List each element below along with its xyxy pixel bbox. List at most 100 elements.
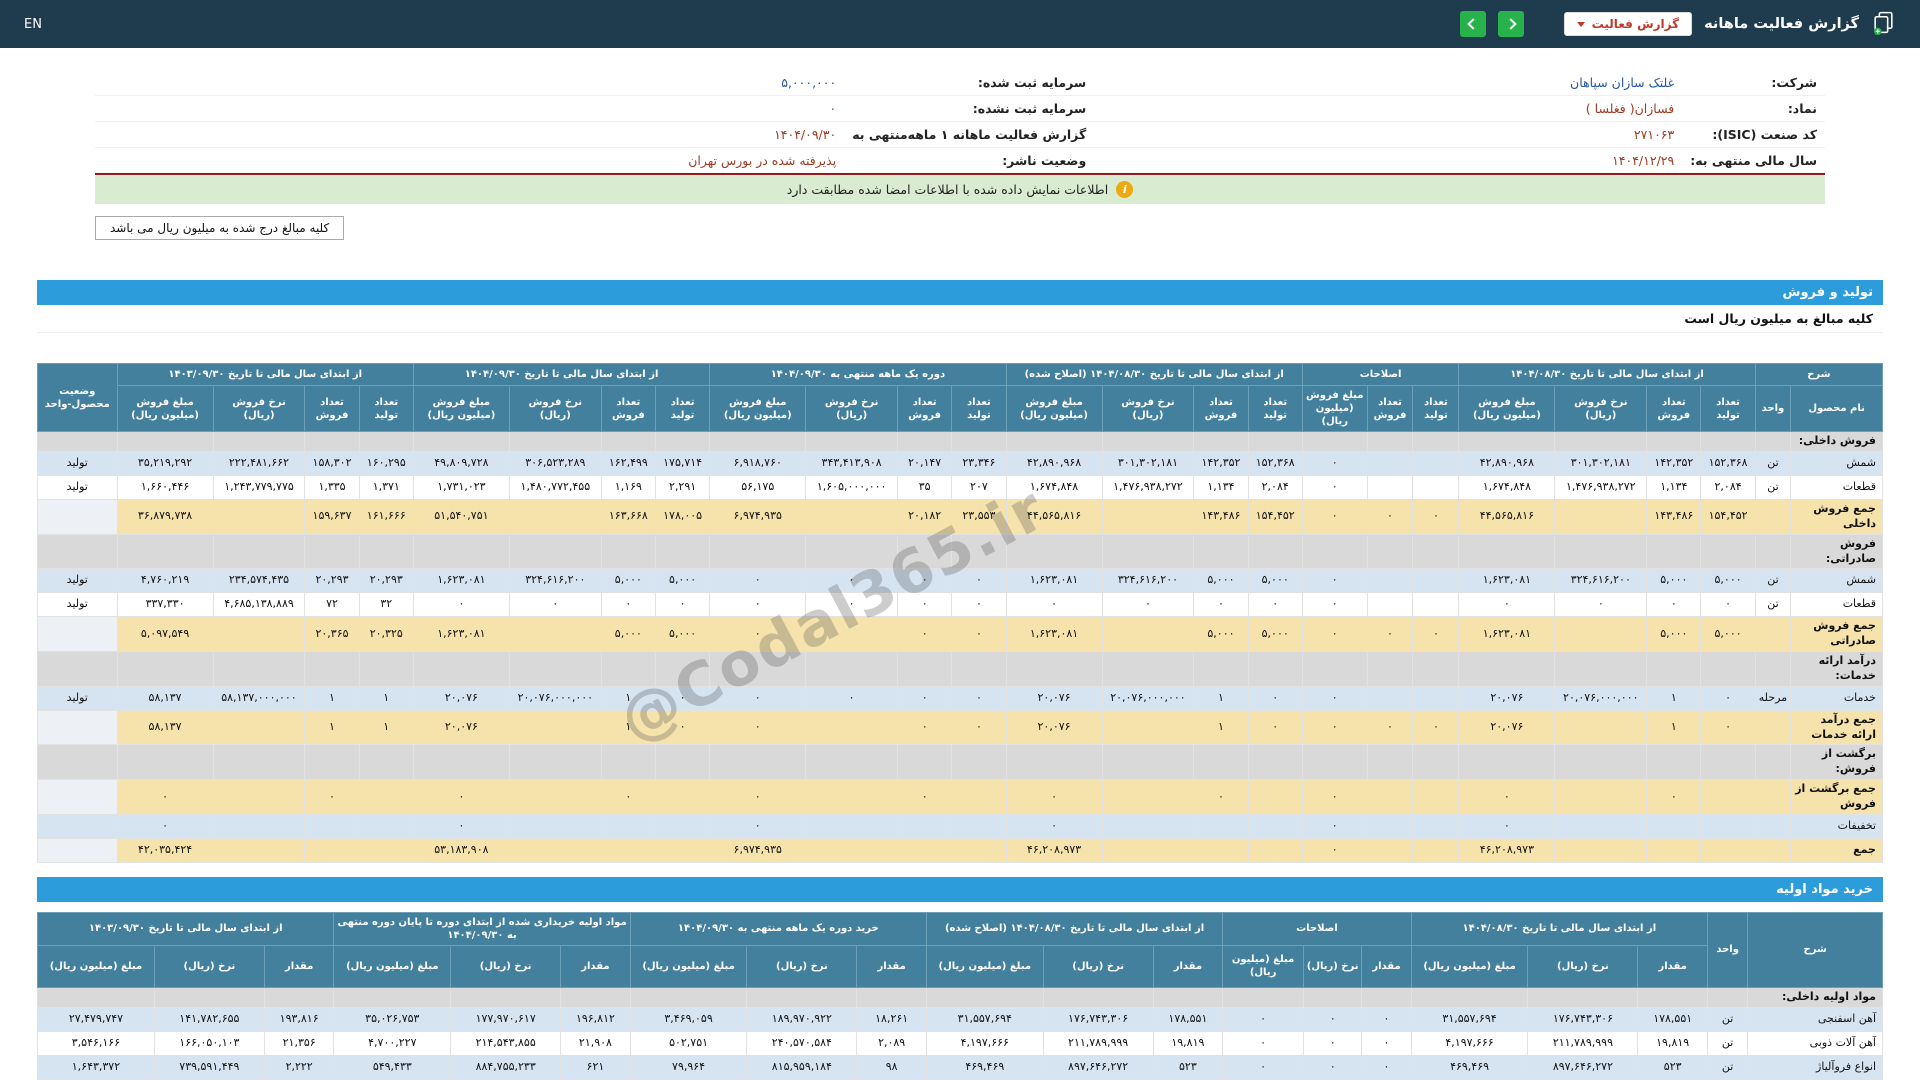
table-row: قطعاتتن۲,۰۸۴۱,۱۳۴۱,۴۷۶,۹۳۸,۲۷۲۱,۶۷۴,۸۴۸۰… (38, 476, 1883, 500)
language-toggle[interactable]: EN (24, 17, 42, 32)
nav-forward-button[interactable] (1498, 11, 1524, 37)
value-cell (1555, 780, 1647, 815)
value-cell: ۸۹۷,۶۴۶,۲۷۲ (1528, 1055, 1638, 1079)
column-header: مقدار (857, 945, 927, 987)
column-header: نرخ (ریال) (747, 945, 857, 987)
company-info-section: شرکت:غلتک سازان سپاهانسرمایه ثبت شده:۵,۰… (95, 70, 1825, 240)
value-cell: ۱۹۳,۸۱۶ (264, 1007, 334, 1031)
value-cell (1413, 432, 1459, 452)
value-cell: ۲۰,۰۷۶,۰۰۰,۰۰۰ (1102, 686, 1194, 710)
value-cell (1367, 432, 1413, 452)
column-group-header: از ابتدای سال مالی تا تاریخ ۱۴۰۴/۰۹/۳۰ (413, 364, 709, 386)
value-cell: ۲,۰۸۹ (857, 1031, 927, 1055)
column-header: نرخ (ریال) (1043, 945, 1153, 987)
value-cell: ۱۷۸,۰۰۵ (655, 500, 709, 535)
column-header: نرخ (ریال) (451, 945, 561, 987)
units-note-box: کلیه مبالغ درج شده به میلیون ریال می باش… (95, 216, 344, 240)
column-header: تعداد فروش (601, 386, 655, 432)
value-cell (1413, 476, 1459, 500)
report-content: تولید و فروش کلیه مبالغ به میلیون ریال ا… (37, 280, 1883, 1080)
value-cell: ۴۹,۸۰۹,۷۲۸ (413, 452, 509, 476)
value-cell: ۰ (413, 814, 509, 838)
value-cell: ۰ (952, 569, 1006, 593)
value-cell (1248, 745, 1302, 780)
value-cell (806, 500, 898, 535)
value-cell (359, 780, 413, 815)
value-cell (1248, 780, 1302, 815)
value-cell: ۵,۰۰۰ (1701, 569, 1755, 593)
value-cell: ۰ (1302, 476, 1367, 500)
value-cell: ۰ (710, 569, 806, 593)
column-group-header: شرح (1755, 364, 1882, 386)
value-cell (1194, 432, 1248, 452)
value-cell: ۰ (1647, 780, 1701, 815)
column-header: تعداد فروش (1367, 386, 1413, 432)
unit-cell (1755, 652, 1790, 687)
value-cell (655, 814, 709, 838)
value-cell (1102, 745, 1194, 780)
value-cell: ۰ (1302, 814, 1367, 838)
value-cell: ۲۴۰,۵۷۰,۵۸۴ (747, 1031, 857, 1055)
value-cell: ۲۰,۰۷۶ (1459, 686, 1555, 710)
chevron-left-icon (1467, 18, 1478, 29)
unit-cell (1755, 500, 1790, 535)
column-header: مقدار (1638, 945, 1708, 987)
value-cell (1194, 534, 1248, 569)
value-cell (1194, 838, 1248, 862)
value-cell: ۲۰,۳۶۵ (305, 617, 359, 652)
column-group-header: از ابتدای سال مالی تا تاریخ ۱۴۰۴/۰۸/۳۰ (1459, 364, 1755, 386)
info-value: ۲۷۱۰۶۳ (1094, 122, 1682, 148)
value-cell: ۲۳۴,۵۷۴,۴۳۵ (213, 569, 305, 593)
info-value: ۱۴۰۴/۰۹/۳۰ (95, 122, 844, 148)
column-header: مبلغ (میلیون ریال) (926, 945, 1043, 987)
value-cell: ۵۲۳ (1638, 1055, 1708, 1079)
value-cell (1102, 710, 1194, 745)
value-cell (413, 745, 509, 780)
column-group-header: وضعیت محصول-واحد (38, 364, 118, 432)
value-cell: ۸۹۷,۶۴۶,۲۷۲ (1043, 1055, 1153, 1079)
column-header: نرخ فروش (ریال) (1102, 386, 1194, 432)
value-cell (1555, 534, 1647, 569)
raw-materials-table: شرحواحداز ابتدای سال مالی تا تاریخ ۱۴۰۴/… (37, 912, 1883, 1080)
value-cell (1701, 652, 1755, 687)
report-copy-icon[interactable] (1871, 10, 1896, 39)
value-cell: ۲۲۲,۴۸۱,۶۶۲ (213, 452, 305, 476)
value-cell: ۳۰۱,۳۰۲,۱۸۱ (1555, 452, 1647, 476)
status-cell: تولید (38, 569, 118, 593)
value-cell: ۸۸۴,۷۵۵,۲۳۳ (451, 1055, 561, 1079)
value-cell (710, 534, 806, 569)
value-cell (1647, 745, 1701, 780)
row-label: شمش (1791, 569, 1883, 593)
row-label: جمع درآمد ارائه خدمات (1791, 710, 1883, 745)
header-left-group: EN (24, 17, 42, 32)
value-cell: ۴۶,۲۰۸,۹۷۳ (1006, 838, 1102, 862)
report-type-dropdown[interactable]: گزارش فعالیت (1564, 12, 1692, 36)
unit-cell (1755, 814, 1790, 838)
value-cell (1459, 432, 1555, 452)
value-cell: ۰ (305, 780, 359, 815)
status-cell (38, 814, 118, 838)
value-cell: ۳۵,۲۱۹,۲۹۲ (117, 452, 213, 476)
value-cell: ۳۲۴,۶۱۶,۲۰۰ (509, 569, 601, 593)
value-cell: ۱۵۴,۴۵۲ (1248, 500, 1302, 535)
row-label: درآمد ارائه خدمات: (1791, 652, 1883, 687)
value-cell (1701, 814, 1755, 838)
value-cell (451, 987, 561, 1007)
column-group-header: از ابتدای سال مالی تا تاریخ ۱۴۰۴/۰۸/۳۰ (… (1006, 364, 1302, 386)
column-header: نرخ فروش (ریال) (213, 386, 305, 432)
value-cell: ۱ (1194, 686, 1248, 710)
value-cell: ۱,۱۳۴ (1194, 476, 1248, 500)
value-cell (1302, 432, 1367, 452)
column-header: تعداد تولید (952, 386, 1006, 432)
nav-back-button[interactable] (1460, 11, 1486, 37)
value-cell: ۲,۰۸۴ (1701, 476, 1755, 500)
value-cell: ۱,۶۲۳,۰۸۱ (1459, 569, 1555, 593)
value-cell (806, 710, 898, 745)
table-row: جمع فروش داخلی۱۵۴,۴۵۲۱۴۳,۴۸۶۴۴,۵۶۵,۸۱۶۰۰… (38, 500, 1883, 535)
value-cell: ۵,۰۰۰ (1248, 617, 1302, 652)
value-cell: ۱,۶۷۴,۸۴۸ (1459, 476, 1555, 500)
value-cell: ۰ (413, 593, 509, 617)
column-header: نرخ (ریال) (1303, 945, 1361, 987)
company-link[interactable]: غلتک سازان سپاهان (1094, 70, 1682, 96)
value-cell (1647, 652, 1701, 687)
